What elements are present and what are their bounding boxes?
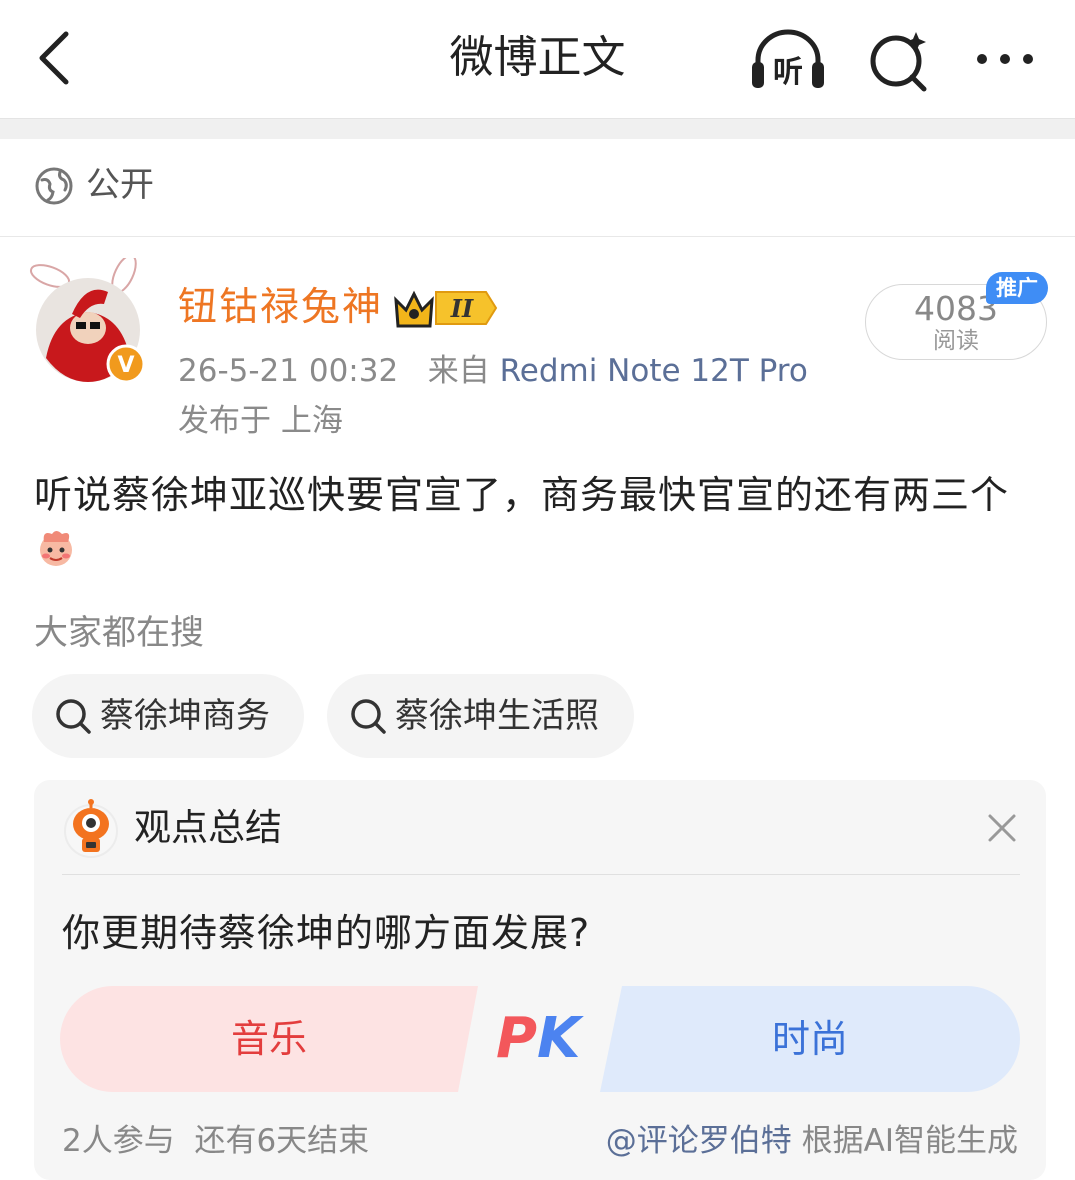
visibility-row: 公开 bbox=[0, 138, 1075, 237]
search-chip-label: 蔡徐坤商务 bbox=[100, 696, 270, 736]
summary-divider bbox=[62, 874, 1020, 875]
top-navigation-bar: 微博正文 听 bbox=[0, 0, 1075, 118]
opinion-summary-card: 观点总结 你更期待蔡徐坤的哪方面发展? 音乐 PK 时尚 2人参与 还有6天结束… bbox=[34, 780, 1046, 1180]
promote-badge[interactable]: 推广 bbox=[986, 272, 1048, 304]
pk-vote: 音乐 PK 时尚 bbox=[60, 986, 1020, 1092]
pk-k: K bbox=[537, 1006, 581, 1071]
post-meta: 26-5-21 00:32 来自 Redmi Note 12T Pro bbox=[178, 350, 808, 392]
poll-remaining: 还有6天结束 bbox=[194, 1123, 370, 1159]
more-dots-icon bbox=[977, 54, 1033, 64]
more-button[interactable] bbox=[970, 36, 1040, 82]
listen-glyph: 听 bbox=[773, 55, 803, 90]
search-chip[interactable]: 蔡徐坤商务 bbox=[32, 674, 304, 758]
pk-label: PK bbox=[496, 1004, 580, 1074]
verified-badge: V bbox=[117, 353, 134, 378]
globe-icon bbox=[35, 167, 73, 205]
post-source[interactable]: Redmi Note 12T Pro bbox=[500, 353, 808, 389]
listen-button[interactable]: 听 bbox=[748, 26, 828, 92]
search-chip-label: 蔡徐坤生活照 bbox=[395, 696, 599, 736]
search-icon bbox=[56, 699, 91, 734]
robot-mascot-icon bbox=[64, 799, 118, 858]
participant-count: 2人参与 bbox=[62, 1123, 175, 1159]
credit-text: 根据AI智能生成 bbox=[801, 1123, 1018, 1159]
post-content: 听说蔡徐坤亚巡快要官宣了，商务最快官宣的还有两三个 bbox=[34, 468, 1044, 576]
poll-question: 你更期待蔡徐坤的哪方面发展? bbox=[62, 911, 591, 955]
author-name[interactable]: 钮钴禄兔神 bbox=[178, 282, 383, 334]
section-divider bbox=[0, 118, 1075, 139]
avatar-image: V bbox=[29, 254, 146, 384]
post-location: 发布于 上海 bbox=[178, 403, 343, 439]
post-text: 听说蔡徐坤亚巡快要官宣了，商务最快官宣的还有两三个 bbox=[34, 473, 1010, 517]
vote-option-music[interactable]: 音乐 bbox=[60, 986, 478, 1092]
search-chip[interactable]: 蔡徐坤生活照 bbox=[327, 674, 634, 758]
poll-stats: 2人参与 还有6天结束 bbox=[62, 1120, 369, 1162]
vote-option-fashion[interactable]: 时尚 bbox=[600, 986, 1020, 1092]
read-label: 阅读 bbox=[933, 328, 979, 354]
shy-emoji-icon bbox=[40, 531, 72, 566]
listen-headphones-icon: 听 bbox=[752, 29, 824, 90]
vip-level: II bbox=[450, 294, 474, 323]
close-button[interactable] bbox=[984, 810, 1020, 846]
bot-mention[interactable]: @评论罗伯特 bbox=[606, 1123, 792, 1159]
avatar[interactable]: V bbox=[24, 254, 152, 386]
vip-crown-icon: II bbox=[394, 290, 498, 328]
search-icon bbox=[351, 699, 386, 734]
source-prefix: 来自 bbox=[427, 353, 490, 389]
trending-search-label: 大家都在搜 bbox=[34, 613, 204, 653]
ai-search-button[interactable] bbox=[866, 28, 932, 92]
summary-title: 观点总结 bbox=[134, 806, 282, 849]
pk-p: P bbox=[496, 1006, 538, 1071]
ai-search-icon bbox=[870, 32, 927, 92]
close-icon bbox=[988, 814, 1016, 842]
visibility-label: 公开 bbox=[86, 165, 154, 205]
post-time: 26-5-21 00:32 bbox=[178, 353, 399, 389]
ai-credit: @评论罗伯特 根据AI智能生成 bbox=[606, 1120, 1018, 1162]
